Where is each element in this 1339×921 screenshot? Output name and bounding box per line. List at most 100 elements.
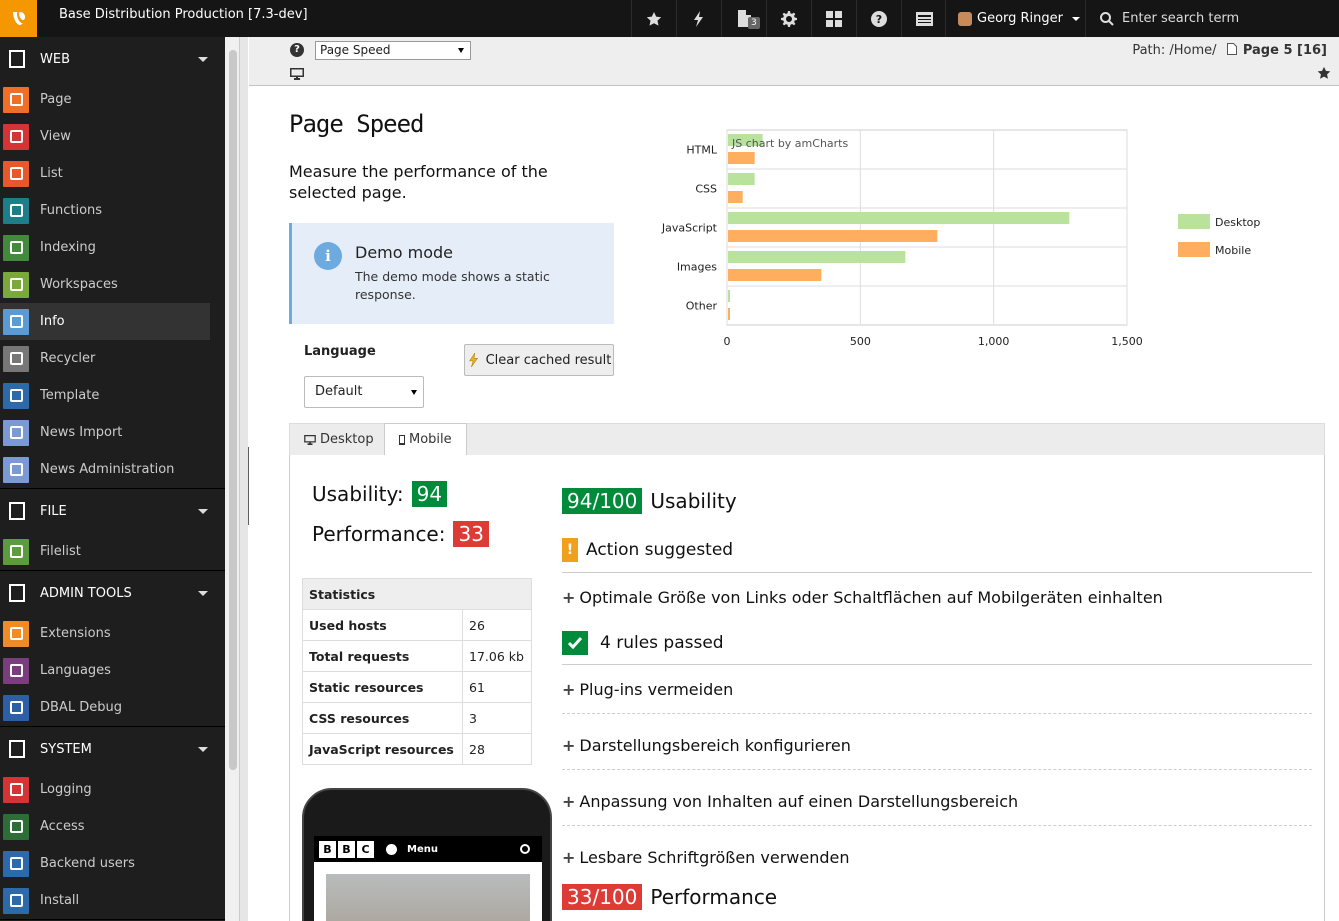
rule-label: Plug-ins vermeiden [579,680,734,699]
page-icon [1226,43,1237,55]
sidebar-item[interactable]: Backend users [0,845,210,882]
sidebar-item[interactable]: Workspaces [0,266,210,303]
stat-label: Static resources [302,671,463,703]
rule-item[interactable]: + Plug-ins vermeiden [562,680,733,699]
navigation-gutter [240,37,248,921]
mobile-results-panel: Usability: 94 Performance: 33 Statistics… [289,455,1325,921]
search-box [1085,0,1339,37]
sidebar-item[interactable]: Logging [0,771,210,808]
menu-group-header[interactable]: SYSTEM [0,727,225,771]
rule-item[interactable]: + Anpassung von Inhalten auf einen Darst… [562,792,1018,811]
dashboard-button[interactable] [811,0,856,37]
rules-passed-title: 4 rules passed [600,633,724,653]
chevron-down-icon [1072,16,1081,21]
search-input[interactable] [1122,11,1322,26]
help-icon[interactable]: ? [290,43,304,57]
system-icon [5,737,29,761]
tab-desktop[interactable]: Desktop [290,423,388,456]
function-select[interactable]: Page Speed [315,41,471,60]
sidebar-item[interactable]: Recycler [0,340,210,377]
sidebar-item[interactable]: Install [0,882,210,919]
sidebar-item[interactable]: Extensions [0,615,210,652]
news-icon [3,456,29,483]
warning-icon: ! [562,538,578,562]
sidebar-item[interactable]: Filelist [0,533,210,570]
menu-group-header[interactable]: FILE [0,489,225,533]
chevron-down-icon [198,591,208,596]
monitor-icon[interactable] [290,68,304,80]
sidebar-item[interactable]: List [0,155,210,192]
clear-button-label: Clear cached result [485,352,612,368]
tab-desktop-label: Desktop [320,432,374,447]
sidebar-item-label: List [40,166,63,181]
opendocs-button[interactable]: 3 [721,0,766,37]
sidebar-item-label: Functions [40,203,103,218]
stat-value: 3 [462,702,532,734]
sidebar-item[interactable]: Template [0,377,210,414]
sidebar-item[interactable]: Functions [0,192,210,229]
sidebar-item[interactable]: Indexing [0,229,210,266]
y-category-label: Other [686,300,718,313]
menu-label: Menu [407,843,438,855]
language-label: Language [304,344,376,359]
sidebar-item-label: Languages [40,663,111,678]
menu-group: WEB Page View List Functions Indexing Workspac… [0,37,225,489]
language-select[interactable]: Default [304,376,424,408]
plot-area [726,129,1128,326]
question-icon: ? [871,10,887,27]
settings-button[interactable] [766,0,811,37]
rule-item[interactable]: + Darstellungsbereich konfigurieren [562,736,851,755]
plus-icon: + [562,848,576,867]
sidebar-scrollbar-thumb[interactable] [229,50,237,770]
rule-item[interactable]: + Lesbare Schriftgrößen verwenden [562,848,850,867]
typo3-logo-icon[interactable] [0,0,37,37]
system-info-button[interactable] [901,0,946,37]
workspaces-icon [3,271,29,298]
phone-screen: B B C Menu [314,836,542,921]
sidebar-item[interactable]: Access [0,808,210,845]
sidebar-item[interactable]: View [0,118,210,155]
stat-value: 28 [462,733,532,765]
menu-group-label: SYSTEM [40,741,92,757]
user-menu[interactable]: Georg Ringer [945,0,1085,37]
performance-result-title: Performance [650,885,778,909]
sidebar-item[interactable]: DBAL Debug [0,689,210,726]
stat-value: 61 [462,671,532,703]
monitor-icon [304,434,316,445]
sidebar-item[interactable]: News Administration [0,451,210,488]
sidebar-item[interactable]: Languages [0,652,210,689]
page-title: Page Speed [289,110,424,138]
bar-mobile [728,230,938,242]
performance-score-badge: 33 [453,521,489,547]
checkmark-icon [562,631,588,655]
stat-label: JavaScript resources [302,733,463,765]
top-bar: Base Distribution Production [7.3-dev] 3… [0,0,1339,37]
bookmark-star-icon[interactable] [1317,66,1331,80]
menu-group-header[interactable]: WEB [0,37,225,81]
bar-desktop [728,251,906,263]
table-row: CSS resources 3 [302,702,532,734]
breadcrumb: Path: /Home/ Page 5 [16] [1132,43,1327,58]
bookmarks-button[interactable] [631,0,676,37]
sidebar-item[interactable]: Info [0,303,210,340]
help-button[interactable]: ? [856,0,901,37]
rule-label: Darstellungsbereich konfigurieren [579,736,851,755]
stat-value: 26 [462,609,532,641]
sidebar-item[interactable]: Page [0,81,210,118]
sidebar-item-label: Logging [40,782,92,797]
sidebar-item-label: Install [40,893,80,908]
menu-group-header[interactable]: ADMIN TOOLS [0,571,225,615]
rule-item[interactable]: + Optimale Größe von Links oder Schaltfl… [562,588,1163,607]
sidebar-item-label: Access [40,819,85,834]
tab-mobile[interactable]: Mobile [384,423,467,456]
clear-cache-button[interactable] [676,0,721,37]
x-tick-label: 1,500 [1111,335,1143,348]
tab-mobile-label: Mobile [409,432,452,447]
language-select-value: Default [315,384,363,399]
sidebar-item[interactable]: News Import [0,414,210,451]
legend-label: Desktop [1215,216,1260,229]
usability-score-label: Usability: [312,482,404,506]
wand-icon [3,197,29,224]
clear-cached-result-button[interactable]: Clear cached result [464,344,614,376]
sidebar-item-label: Info [40,314,65,329]
